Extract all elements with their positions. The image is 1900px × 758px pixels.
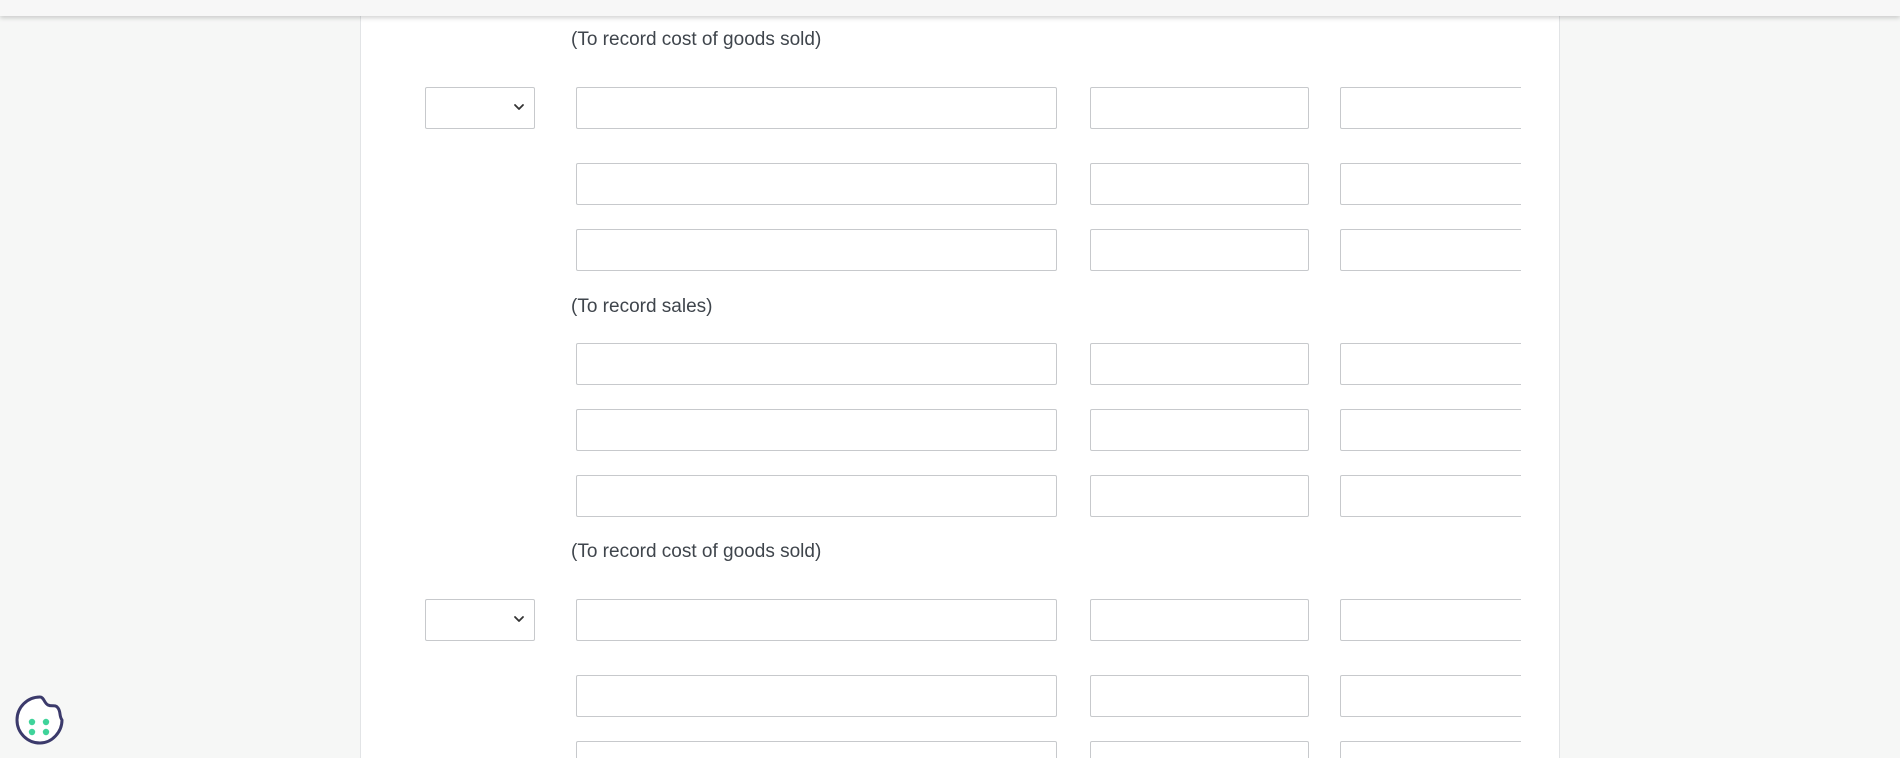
debit-amount-input[interactable] — [1090, 475, 1309, 517]
account-title-input[interactable] — [576, 343, 1057, 385]
debit-amount-input[interactable] — [1090, 675, 1309, 717]
account-title-input[interactable] — [576, 475, 1057, 517]
debit-amount-input[interactable] — [1090, 343, 1309, 385]
credit-amount-input[interactable] — [1340, 409, 1521, 451]
account-title-input[interactable] — [576, 599, 1057, 641]
credit-amount-input[interactable] — [1340, 475, 1521, 517]
account-title-input[interactable] — [576, 229, 1057, 271]
debit-amount-input[interactable] — [1090, 599, 1309, 641]
credit-amount-input[interactable] — [1340, 87, 1521, 129]
credit-amount-input[interactable] — [1340, 599, 1521, 641]
top-header-bar — [0, 0, 1900, 16]
account-title-input[interactable] — [576, 409, 1057, 451]
credit-amount-input[interactable] — [1340, 343, 1521, 385]
credit-amount-input[interactable] — [1340, 229, 1521, 271]
entry-caption-cogs: (To record cost of goods sold) — [571, 29, 822, 50]
chevron-down-icon — [514, 104, 524, 110]
date-select[interactable] — [425, 87, 535, 129]
chevron-down-icon — [514, 616, 524, 622]
credit-amount-input[interactable] — [1340, 675, 1521, 717]
entry-caption-cogs: (To record cost of goods sold) — [571, 541, 822, 562]
debit-amount-input[interactable] — [1090, 409, 1309, 451]
debit-amount-input[interactable] — [1090, 229, 1309, 271]
credit-amount-input[interactable] — [1340, 741, 1521, 758]
journal-entry-form: (To record cost of goods sold) (To recor… — [0, 0, 1521, 758]
account-title-input[interactable] — [576, 741, 1057, 758]
account-title-input[interactable] — [576, 87, 1057, 129]
date-select[interactable] — [425, 599, 535, 641]
debit-amount-input[interactable] — [1090, 87, 1309, 129]
credit-amount-input[interactable] — [1340, 163, 1521, 205]
cookie-settings-button[interactable] — [14, 694, 66, 746]
entry-caption-sales: (To record sales) — [571, 296, 713, 317]
debit-amount-input[interactable] — [1090, 163, 1309, 205]
account-title-input[interactable] — [576, 675, 1057, 717]
debit-amount-input[interactable] — [1090, 741, 1309, 758]
cookie-icon — [15, 695, 64, 745]
account-title-input[interactable] — [576, 163, 1057, 205]
